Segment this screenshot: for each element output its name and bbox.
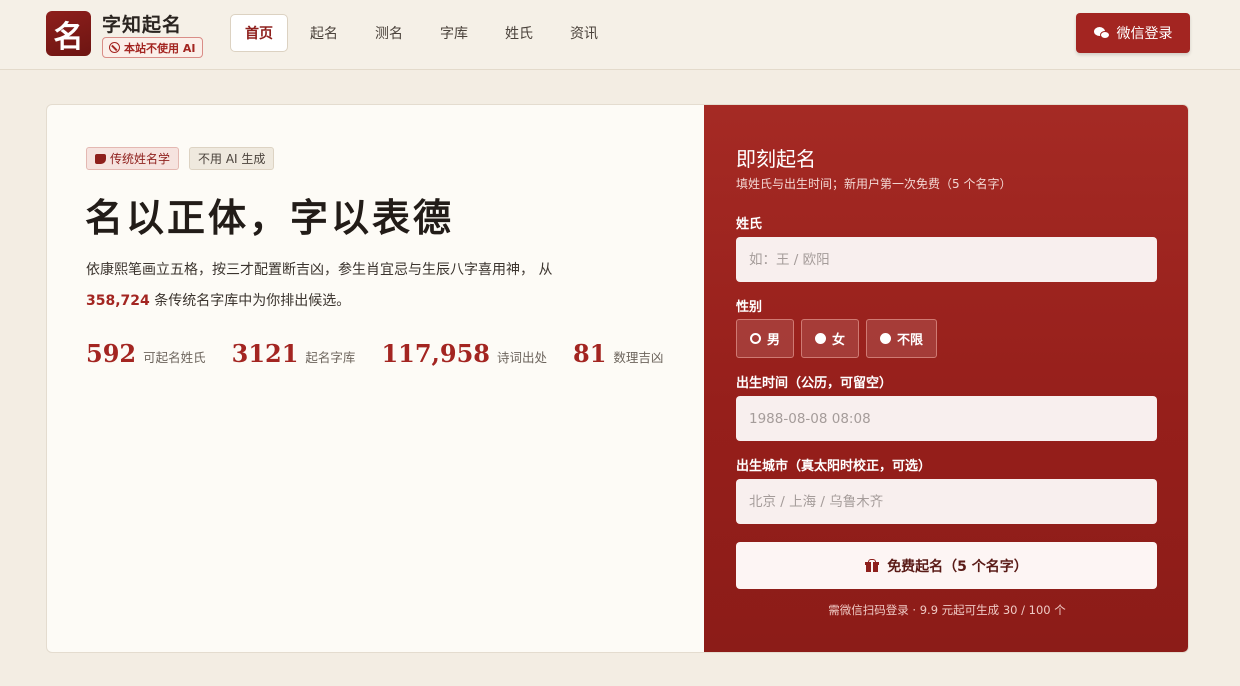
stat-label: 起名字库 [305, 350, 356, 365]
stats-row: 592 可起名姓氏 3121 起名字库 117,958 诗词出处 81 数理吉凶 [86, 339, 689, 368]
surname-label: 姓氏 [736, 217, 763, 232]
stat-value: 592 [86, 339, 137, 368]
site-logo[interactable]: 名 [46, 11, 91, 56]
hero-intro: 传统姓名学 不用 AI 生成 名以正体，字以表德 依康熙笔画立五格，按三才配置断… [47, 105, 704, 652]
tag-traditional-label: 传统姓名学 [110, 152, 171, 166]
birth-city-label: 出生城市（真太阳时校正，可选） [736, 459, 932, 474]
birth-city-input[interactable] [736, 479, 1157, 524]
stat-label: 可起名姓氏 [143, 350, 206, 365]
nav-name-test[interactable]: 测名 [360, 14, 418, 52]
gender-option-label: 女 [832, 333, 846, 348]
nav-surnames[interactable]: 姓氏 [490, 14, 548, 52]
top-header: 名 字知起名 本站不使用 AI 首页 起名 测名 字库 姓氏 资讯 微信登录 [0, 0, 1240, 70]
hero-card: 传统姓名学 不用 AI 生成 名以正体，字以表德 依康熙笔画立五格，按三才配置断… [46, 104, 1189, 653]
hero-tags: 传统姓名学 不用 AI 生成 [86, 147, 275, 170]
gender-label: 性别 [736, 300, 763, 315]
desc-text-2: 条传统名字库中为你排出候选。 [149, 293, 351, 309]
gender-option-female[interactable]: 女 [801, 319, 860, 358]
wechat-icon [1093, 26, 1110, 40]
form-subtitle: 填姓氏与出生时间；新用户第一次免费（5 个名字） [736, 177, 1012, 191]
gender-options: 男 女 不限 [736, 319, 938, 358]
gender-option-label: 不限 [897, 333, 924, 348]
stat-numerology: 81 数理吉凶 [573, 339, 663, 368]
stat-label: 诗词出处 [497, 350, 548, 365]
wechat-login-button[interactable]: 微信登录 [1076, 13, 1190, 53]
tag-traditional: 传统姓名学 [86, 147, 180, 170]
gender-option-label: 男 [767, 333, 781, 348]
naming-form-panel: 即刻起名 填姓氏与出生时间；新用户第一次免费（5 个名字） 姓氏 性别 男 女 … [704, 105, 1188, 652]
free-naming-button[interactable]: 免费起名（5 个名字） [736, 542, 1157, 589]
stat-poetry-sources: 117,958 诗词出处 [381, 339, 547, 368]
desc-highlight-count: 358,724 [86, 293, 150, 309]
stat-value: 117,958 [381, 339, 490, 368]
nav-naming[interactable]: 起名 [295, 14, 353, 52]
stat-label: 数理吉凶 [613, 350, 664, 365]
tag-no-ai: 不用 AI 生成 [189, 147, 275, 170]
stat-value: 81 [573, 339, 607, 368]
desc-text-1: 依康熙笔画立五格，按三才配置断吉凶，参生肖宜忌与生辰八字喜用神， 从 [86, 262, 553, 278]
ban-icon [109, 42, 120, 53]
nav-home[interactable]: 首页 [230, 14, 288, 52]
gender-option-male[interactable]: 男 [736, 319, 795, 358]
nav-character-library[interactable]: 字库 [425, 14, 483, 52]
gift-icon [865, 559, 880, 572]
nav-news[interactable]: 资讯 [555, 14, 613, 52]
scroll-icon [95, 153, 106, 164]
surname-input[interactable] [736, 237, 1157, 282]
radio-selected-icon [750, 333, 761, 344]
birth-time-input[interactable] [736, 396, 1157, 441]
brand-name[interactable]: 字知起名 [102, 10, 182, 37]
hero-headline: 名以正体，字以表德 [85, 195, 455, 240]
stat-surnames: 592 可起名姓氏 [86, 339, 206, 368]
no-ai-badge-label: 本站不使用 AI [124, 41, 196, 55]
main-nav: 首页 起名 测名 字库 姓氏 资讯 [230, 14, 620, 52]
stat-value: 3121 [231, 339, 299, 368]
radio-icon [880, 333, 892, 344]
hero-description: 依康熙笔画立五格，按三才配置断吉凶，参生肖宜忌与生辰八字喜用神， 从 358,7… [86, 255, 646, 317]
wechat-login-label: 微信登录 [1116, 26, 1173, 42]
gender-option-any[interactable]: 不限 [866, 319, 938, 358]
form-title: 即刻起名 [736, 147, 816, 171]
no-ai-badge: 本站不使用 AI [102, 37, 204, 58]
pricing-footnote: 需微信扫码登录 · 9.9 元起可生成 30 / 100 个 [828, 603, 1066, 617]
birth-time-label: 出生时间（公历，可留空） [736, 376, 893, 391]
free-naming-label: 免费起名（5 个名字） [887, 558, 1028, 575]
stat-character-library: 3121 起名字库 [232, 339, 356, 368]
radio-icon [815, 333, 827, 344]
